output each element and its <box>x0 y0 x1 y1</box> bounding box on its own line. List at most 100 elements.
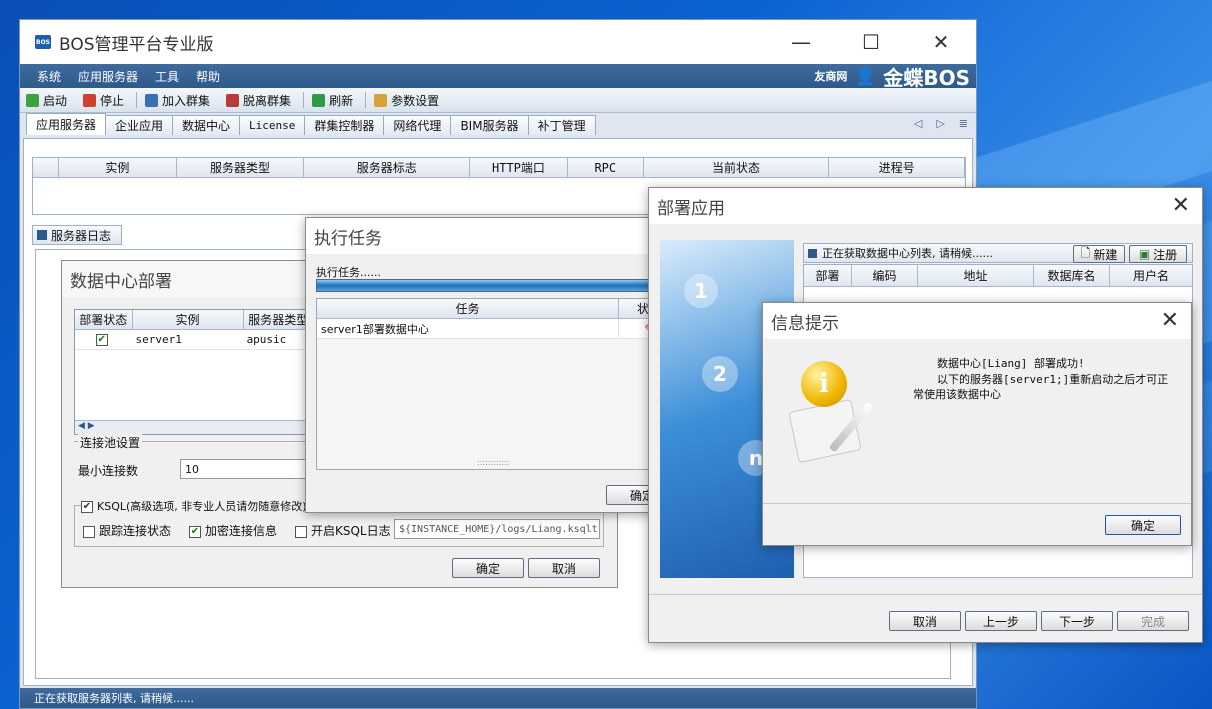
stop-icon <box>83 93 97 107</box>
exec-task-grid: 任务 状态 server1部署数据中心 ✎ :::::::::::: <box>316 298 680 470</box>
stop-button[interactable]: 停止 <box>83 92 124 109</box>
info-line2: 以下的服务器[server1;]重新启动之后才可正 <box>937 373 1169 386</box>
register-icon: ▣ <box>1138 247 1151 261</box>
menu-system[interactable]: 系统 <box>37 68 61 85</box>
col-deploy[interactable]: 部署 <box>804 265 852 286</box>
col-code[interactable]: 编码 <box>852 265 918 286</box>
tab-cluster-controller[interactable]: 群集控制器 <box>304 115 385 135</box>
tab-data-center[interactable]: 数据中心 <box>172 115 241 135</box>
dc-cancel-button[interactable]: 取消 <box>528 558 600 578</box>
join-cluster-icon <box>145 93 159 107</box>
bos-app-icon: BOS <box>35 35 51 49</box>
min-conn-label: 最小连接数 <box>78 464 139 478</box>
encrypt-option[interactable]: ✔ 加密连接信息 <box>189 522 277 539</box>
col-address[interactable]: 地址 <box>918 265 1034 286</box>
tab-scroll-right-icon[interactable]: ▷ <box>936 117 944 130</box>
dc-ok-button[interactable]: 确定 <box>452 558 524 578</box>
params-icon <box>374 93 388 107</box>
list-icon <box>808 248 817 258</box>
col-db-name[interactable]: 数据库名 <box>1034 265 1110 286</box>
register-button[interactable]: ▣ 注册 <box>1129 245 1187 263</box>
info-dialog: 信息提示 ✕ i 数据中心[Liang] 部署成功! 以下的服务器[server… <box>762 302 1192 546</box>
new-icon: 🗋 <box>1080 245 1091 260</box>
join-cluster-button[interactable]: 加入群集 <box>145 92 210 109</box>
refresh-button[interactable]: 刷新 <box>312 92 353 109</box>
minimize-button[interactable]: — <box>766 20 836 64</box>
exec-task-dialog: 执行任务 ✕ 执行任务...... 任务 状态 server1部署数据中心 ✎ … <box>305 217 691 513</box>
log-icon <box>37 230 47 240</box>
trace-option[interactable]: 跟踪连接状态 <box>83 522 171 539</box>
trace-checkbox[interactable] <box>83 525 95 538</box>
resize-grip-icon[interactable]: :::::::::::: <box>477 458 509 467</box>
step-2-badge: 2 <box>702 356 738 392</box>
ksql-checkbox[interactable]: ✔ <box>81 501 93 513</box>
col-http-port[interactable]: HTTP端口 <box>470 158 568 177</box>
leave-cluster-button[interactable]: 脱离群集 <box>226 92 291 109</box>
ksql-log-option[interactable]: 开启KSQL日志 <box>295 522 391 539</box>
min-conn-input[interactable]: 10 <box>180 459 306 479</box>
main-tabs: 应用服务器 企业应用 数据中心 License 群集控制器 网络代理 BIM服务… <box>20 113 976 135</box>
ksql-log-path-input[interactable]: ${INSTANCE_HOME}/logs/Liang.ksqltr <box>394 519 600 539</box>
close-button[interactable]: ✕ <box>906 20 976 64</box>
pool-legend: 连接池设置 <box>78 434 143 451</box>
start-button[interactable]: 启动 <box>26 92 67 109</box>
log-tab[interactable]: 服务器日志 <box>32 225 122 245</box>
deploy-cancel-button[interactable]: 取消 <box>889 611 961 631</box>
col-pid[interactable]: 进程号 <box>829 158 965 177</box>
tab-app-server[interactable]: 应用服务器 <box>26 113 107 135</box>
status-bar: 正在获取服务器列表, 请稍候...... <box>20 688 976 708</box>
encrypt-checkbox[interactable]: ✔ <box>189 525 201 538</box>
exec-label: 执行任务...... <box>316 266 381 279</box>
col-dc-instance[interactable]: 实例 <box>133 310 244 329</box>
ksql-log-checkbox[interactable] <box>295 525 307 538</box>
ksql-option[interactable]: ✔ KSQL(高级选项, 非专业人员请勿随意修改) <box>81 498 309 514</box>
window-title: BOS管理平台专业版 <box>59 34 214 55</box>
col-dc-type[interactable]: 服务器类型 <box>244 310 313 329</box>
tab-patch-management[interactable]: 补丁管理 <box>527 115 596 135</box>
tab-bim-server[interactable]: BIM服务器 <box>450 115 529 135</box>
menu-help[interactable]: 帮助 <box>196 68 220 85</box>
refresh-icon <box>312 93 326 107</box>
tab-scroll-left-icon[interactable]: ◁ <box>914 117 922 130</box>
col-deploy-status[interactable]: 部署状态 <box>75 310 133 329</box>
col-server-type[interactable]: 服务器类型 <box>177 158 305 177</box>
tab-license[interactable]: License <box>239 115 306 135</box>
col-status[interactable]: 当前状态 <box>644 158 830 177</box>
table-row[interactable]: ✔ server1 apusic <box>75 330 313 350</box>
params-button[interactable]: 参数设置 <box>374 92 439 109</box>
toolbar-separator <box>136 92 138 108</box>
deploy-close-button[interactable]: ✕ <box>1172 193 1190 218</box>
new-button[interactable]: 🗋 新建 <box>1073 245 1125 263</box>
tab-network-proxy[interactable]: 网络代理 <box>383 115 452 135</box>
col-rpc[interactable]: RPC <box>568 158 644 177</box>
info-title: 信息提示 ✕ <box>763 303 1191 339</box>
deploy-app-title: 部署应用 ✕ <box>649 188 1202 224</box>
info-close-button[interactable]: ✕ <box>1161 308 1179 333</box>
exec-progress-fill <box>317 280 679 291</box>
col-username[interactable]: 用户名 <box>1110 265 1192 286</box>
grid-hscrollbar[interactable]: ◀ ▶ <box>75 420 313 434</box>
dc-server-grid: 部署状态 实例 服务器类型 ✔ server1 apusic ◀ ▶ <box>74 309 314 435</box>
menu-tools[interactable]: 工具 <box>155 68 179 85</box>
youshang-logo: 友商网 <box>814 70 848 83</box>
info-illustration-icon: i <box>788 359 874 469</box>
col-instance[interactable]: 实例 <box>59 158 177 177</box>
start-icon <box>26 93 39 107</box>
brand-area: 友商网 👤 金蝶BOS <box>814 64 970 90</box>
prev-step-button[interactable]: 上一步 <box>965 611 1037 631</box>
info-line1: 数据中心[Liang] 部署成功! <box>937 357 1085 370</box>
task-name: server1部署数据中心 <box>317 319 619 338</box>
finish-button[interactable]: 完成 <box>1117 611 1189 631</box>
info-ok-button[interactable]: 确定 <box>1105 515 1181 535</box>
server-grid-header: 实例 服务器类型 服务器标志 HTTP端口 RPC 当前状态 进程号 <box>33 158 965 178</box>
maximize-button[interactable]: ☐ <box>836 20 906 64</box>
tab-list-icon[interactable]: ≣ <box>959 117 968 130</box>
next-step-button[interactable]: 下一步 <box>1041 611 1113 631</box>
tab-enterprise-app[interactable]: 企业应用 <box>105 115 174 135</box>
table-row[interactable]: server1部署数据中心 ✎ <box>317 319 679 339</box>
exec-task-title: 执行任务 ✕ <box>306 218 690 254</box>
menu-app-server[interactable]: 应用服务器 <box>78 68 138 85</box>
col-task[interactable]: 任务 <box>317 299 619 318</box>
col-server-flag[interactable]: 服务器标志 <box>304 158 471 177</box>
deploy-checkbox[interactable]: ✔ <box>95 333 108 346</box>
